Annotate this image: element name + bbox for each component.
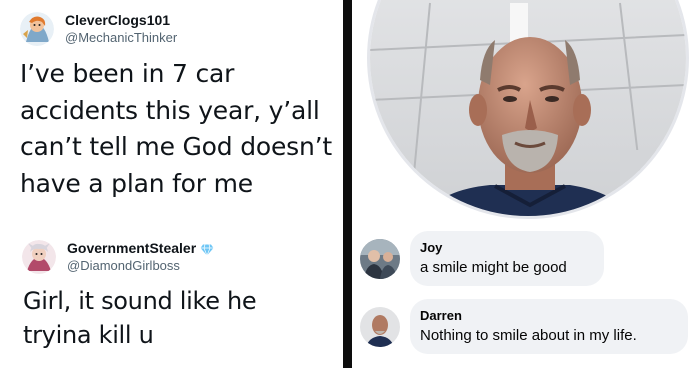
- cartoon-avatar-icon[interactable]: [20, 12, 54, 46]
- comment-author[interactable]: Darren: [420, 307, 674, 325]
- profile-photo[interactable]: [367, 0, 689, 219]
- comment: Joy a smile might be good: [360, 231, 604, 286]
- comment-author[interactable]: Joy: [420, 239, 590, 257]
- comment-text: Nothing to smile about in my life.: [420, 327, 637, 344]
- comment-text: a smile might be good: [420, 259, 567, 276]
- display-name-label: GovernmentStealer: [67, 240, 197, 256]
- cartoon-avatar-icon[interactable]: [22, 240, 56, 274]
- comment-bubble: Darren Nothing to smile about in my life…: [410, 299, 688, 354]
- diamond-icon: [200, 243, 214, 256]
- user-handle[interactable]: @MechanicThinker: [65, 29, 177, 46]
- tweet-text: I’ve been in 7 car accidents this year, …: [20, 59, 332, 198]
- comment: Darren Nothing to smile about in my life…: [360, 299, 688, 354]
- tweet-text: Girl, it sound like he tryina kill u: [23, 287, 257, 349]
- display-name[interactable]: GovernmentStealer: [67, 240, 214, 257]
- commenter-avatar[interactable]: [360, 306, 400, 347]
- tweet-header: CleverClogs101 @MechanicThinker: [20, 12, 177, 46]
- display-name[interactable]: CleverClogs101: [65, 12, 177, 29]
- user-handle[interactable]: @DiamondGirlboss: [67, 257, 214, 274]
- comment-bubble: Joy a smile might be good: [410, 231, 604, 286]
- tweets-panel: CleverClogs101 @MechanicThinker I’ve bee…: [0, 0, 343, 368]
- tweet-header: GovernmentStealer @DiamondGirlboss: [22, 240, 214, 274]
- panel-divider: [343, 0, 352, 368]
- facebook-panel: Joy a smile might be good Darren Nothing…: [352, 0, 700, 368]
- commenter-avatar[interactable]: [360, 238, 400, 279]
